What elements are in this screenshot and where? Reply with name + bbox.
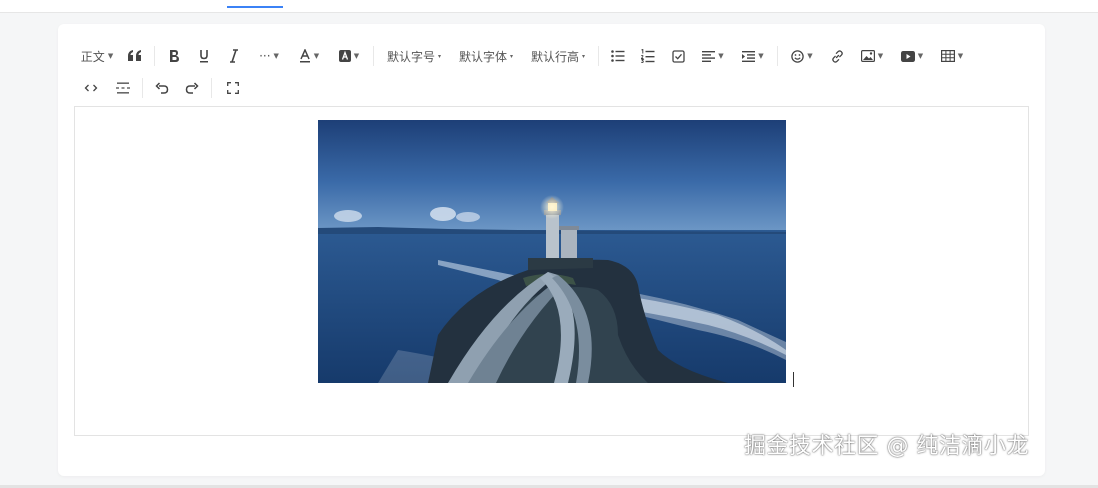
font-size-label: 默认字号: [386, 49, 435, 64]
lighthouse-photo[interactable]: [318, 120, 786, 383]
toolbar-divider: [598, 46, 599, 66]
todo-button[interactable]: [663, 42, 693, 70]
toolbar-divider: [211, 78, 212, 98]
font-family-select[interactable]: 默认字体 ▾: [450, 42, 522, 70]
bold-button[interactable]: [159, 42, 189, 70]
line-height-select[interactable]: 默认行高 ▾: [522, 42, 594, 70]
image-icon: [860, 50, 875, 62]
text-cursor: [793, 372, 794, 387]
chevron-down-icon: ▼: [877, 52, 884, 60]
toolbar-row-2: [74, 72, 250, 104]
chevron-down-icon: ▾: [438, 52, 442, 60]
watermark: 掘金技术社区 @ 纯洁滴小龙: [744, 434, 1029, 459]
editor-text-area[interactable]: [74, 106, 1029, 436]
chevron-down-icon: ▼: [957, 52, 964, 60]
editor-toolbar: 正文 ▼ ··· ▼ ▼ ▼ 默认字号 ▾ 默认字体 ▾ 默认行高 ▾ ▼ ▼ …: [74, 40, 1029, 106]
underline-icon: [200, 50, 208, 63]
code-block-icon: [84, 84, 98, 92]
toolbar-divider: [154, 46, 155, 66]
insert-image-button[interactable]: ▼: [852, 42, 892, 70]
font-color-button[interactable]: ▼: [289, 42, 329, 70]
blockquote-button[interactable]: [120, 42, 150, 70]
fullscreen-button[interactable]: [216, 74, 250, 102]
chevron-down-icon: ▼: [107, 52, 114, 60]
fullscreen-icon: [227, 82, 239, 94]
redo-button[interactable]: [177, 74, 207, 102]
underline-button[interactable]: [189, 42, 219, 70]
chevron-down-icon: ▼: [313, 52, 320, 60]
line-height-label: 默认行高: [530, 49, 579, 64]
active-tab-indicator: [227, 6, 283, 8]
numbered-list-icon: [641, 49, 655, 63]
toolbar-divider: [777, 46, 778, 66]
redo-icon: [185, 82, 199, 94]
undo-button[interactable]: [147, 74, 177, 102]
chevron-down-icon: ▼: [807, 52, 813, 60]
justify-icon: [702, 50, 716, 62]
italic-button[interactable]: [219, 42, 249, 70]
bold-icon: [170, 50, 179, 62]
heading-select[interactable]: 正文 ▼: [74, 42, 120, 70]
chevron-down-icon: ▼: [917, 52, 924, 60]
top-tab-bar: [0, 0, 1098, 13]
insert-table-button[interactable]: ▼: [932, 42, 972, 70]
quote-icon: [128, 50, 141, 61]
emotion-button[interactable]: ▼: [782, 42, 822, 70]
emotion-icon: [791, 49, 805, 63]
indent-icon: [742, 50, 756, 62]
insert-video-button[interactable]: ▼: [892, 42, 932, 70]
code-block-button[interactable]: [74, 74, 108, 102]
justify-button[interactable]: ▼: [693, 42, 733, 70]
more-styles-button[interactable]: ··· ▼: [249, 42, 289, 70]
bg-color-icon: [338, 50, 351, 62]
font-family-label: 默认字体: [458, 49, 507, 64]
link-icon: [831, 49, 843, 63]
link-button[interactable]: [822, 42, 852, 70]
more-styles-label: ···: [259, 49, 271, 63]
editor-card: 正文 ▼ ··· ▼ ▼ ▼ 默认字号 ▾ 默认字体 ▾ 默认行高 ▾ ▼ ▼ …: [58, 24, 1045, 476]
divider-button[interactable]: [108, 74, 138, 102]
table-icon: [940, 50, 955, 62]
heading-select-label: 正文: [80, 49, 105, 64]
chevron-down-icon: ▼: [758, 52, 764, 60]
chevron-down-icon: ▾: [510, 52, 514, 60]
todo-icon: [671, 49, 685, 63]
divider-icon: [116, 82, 130, 94]
undo-icon: [155, 82, 169, 94]
font-color-icon: [299, 49, 310, 63]
video-icon: [900, 50, 915, 62]
toolbar-divider: [373, 46, 374, 66]
italic-icon: [230, 49, 238, 63]
font-size-select[interactable]: 默认字号 ▾: [378, 42, 450, 70]
lighthouse-image: [318, 120, 786, 383]
indent-button[interactable]: ▼: [733, 42, 773, 70]
bulleted-list-icon: [611, 50, 625, 62]
bulleted-list-button[interactable]: [603, 42, 633, 70]
chevron-down-icon: ▼: [718, 52, 724, 60]
toolbar-divider: [142, 78, 143, 98]
chevron-down-icon: ▼: [353, 52, 360, 60]
bg-color-button[interactable]: ▼: [329, 42, 369, 70]
toolbar-row-1: 正文 ▼ ··· ▼ ▼ ▼ 默认字号 ▾ 默认字体 ▾ 默认行高 ▾ ▼ ▼ …: [74, 40, 972, 72]
numbered-list-button[interactable]: [633, 42, 663, 70]
chevron-down-icon: ▾: [582, 52, 586, 60]
chevron-down-icon: ▼: [273, 52, 279, 60]
